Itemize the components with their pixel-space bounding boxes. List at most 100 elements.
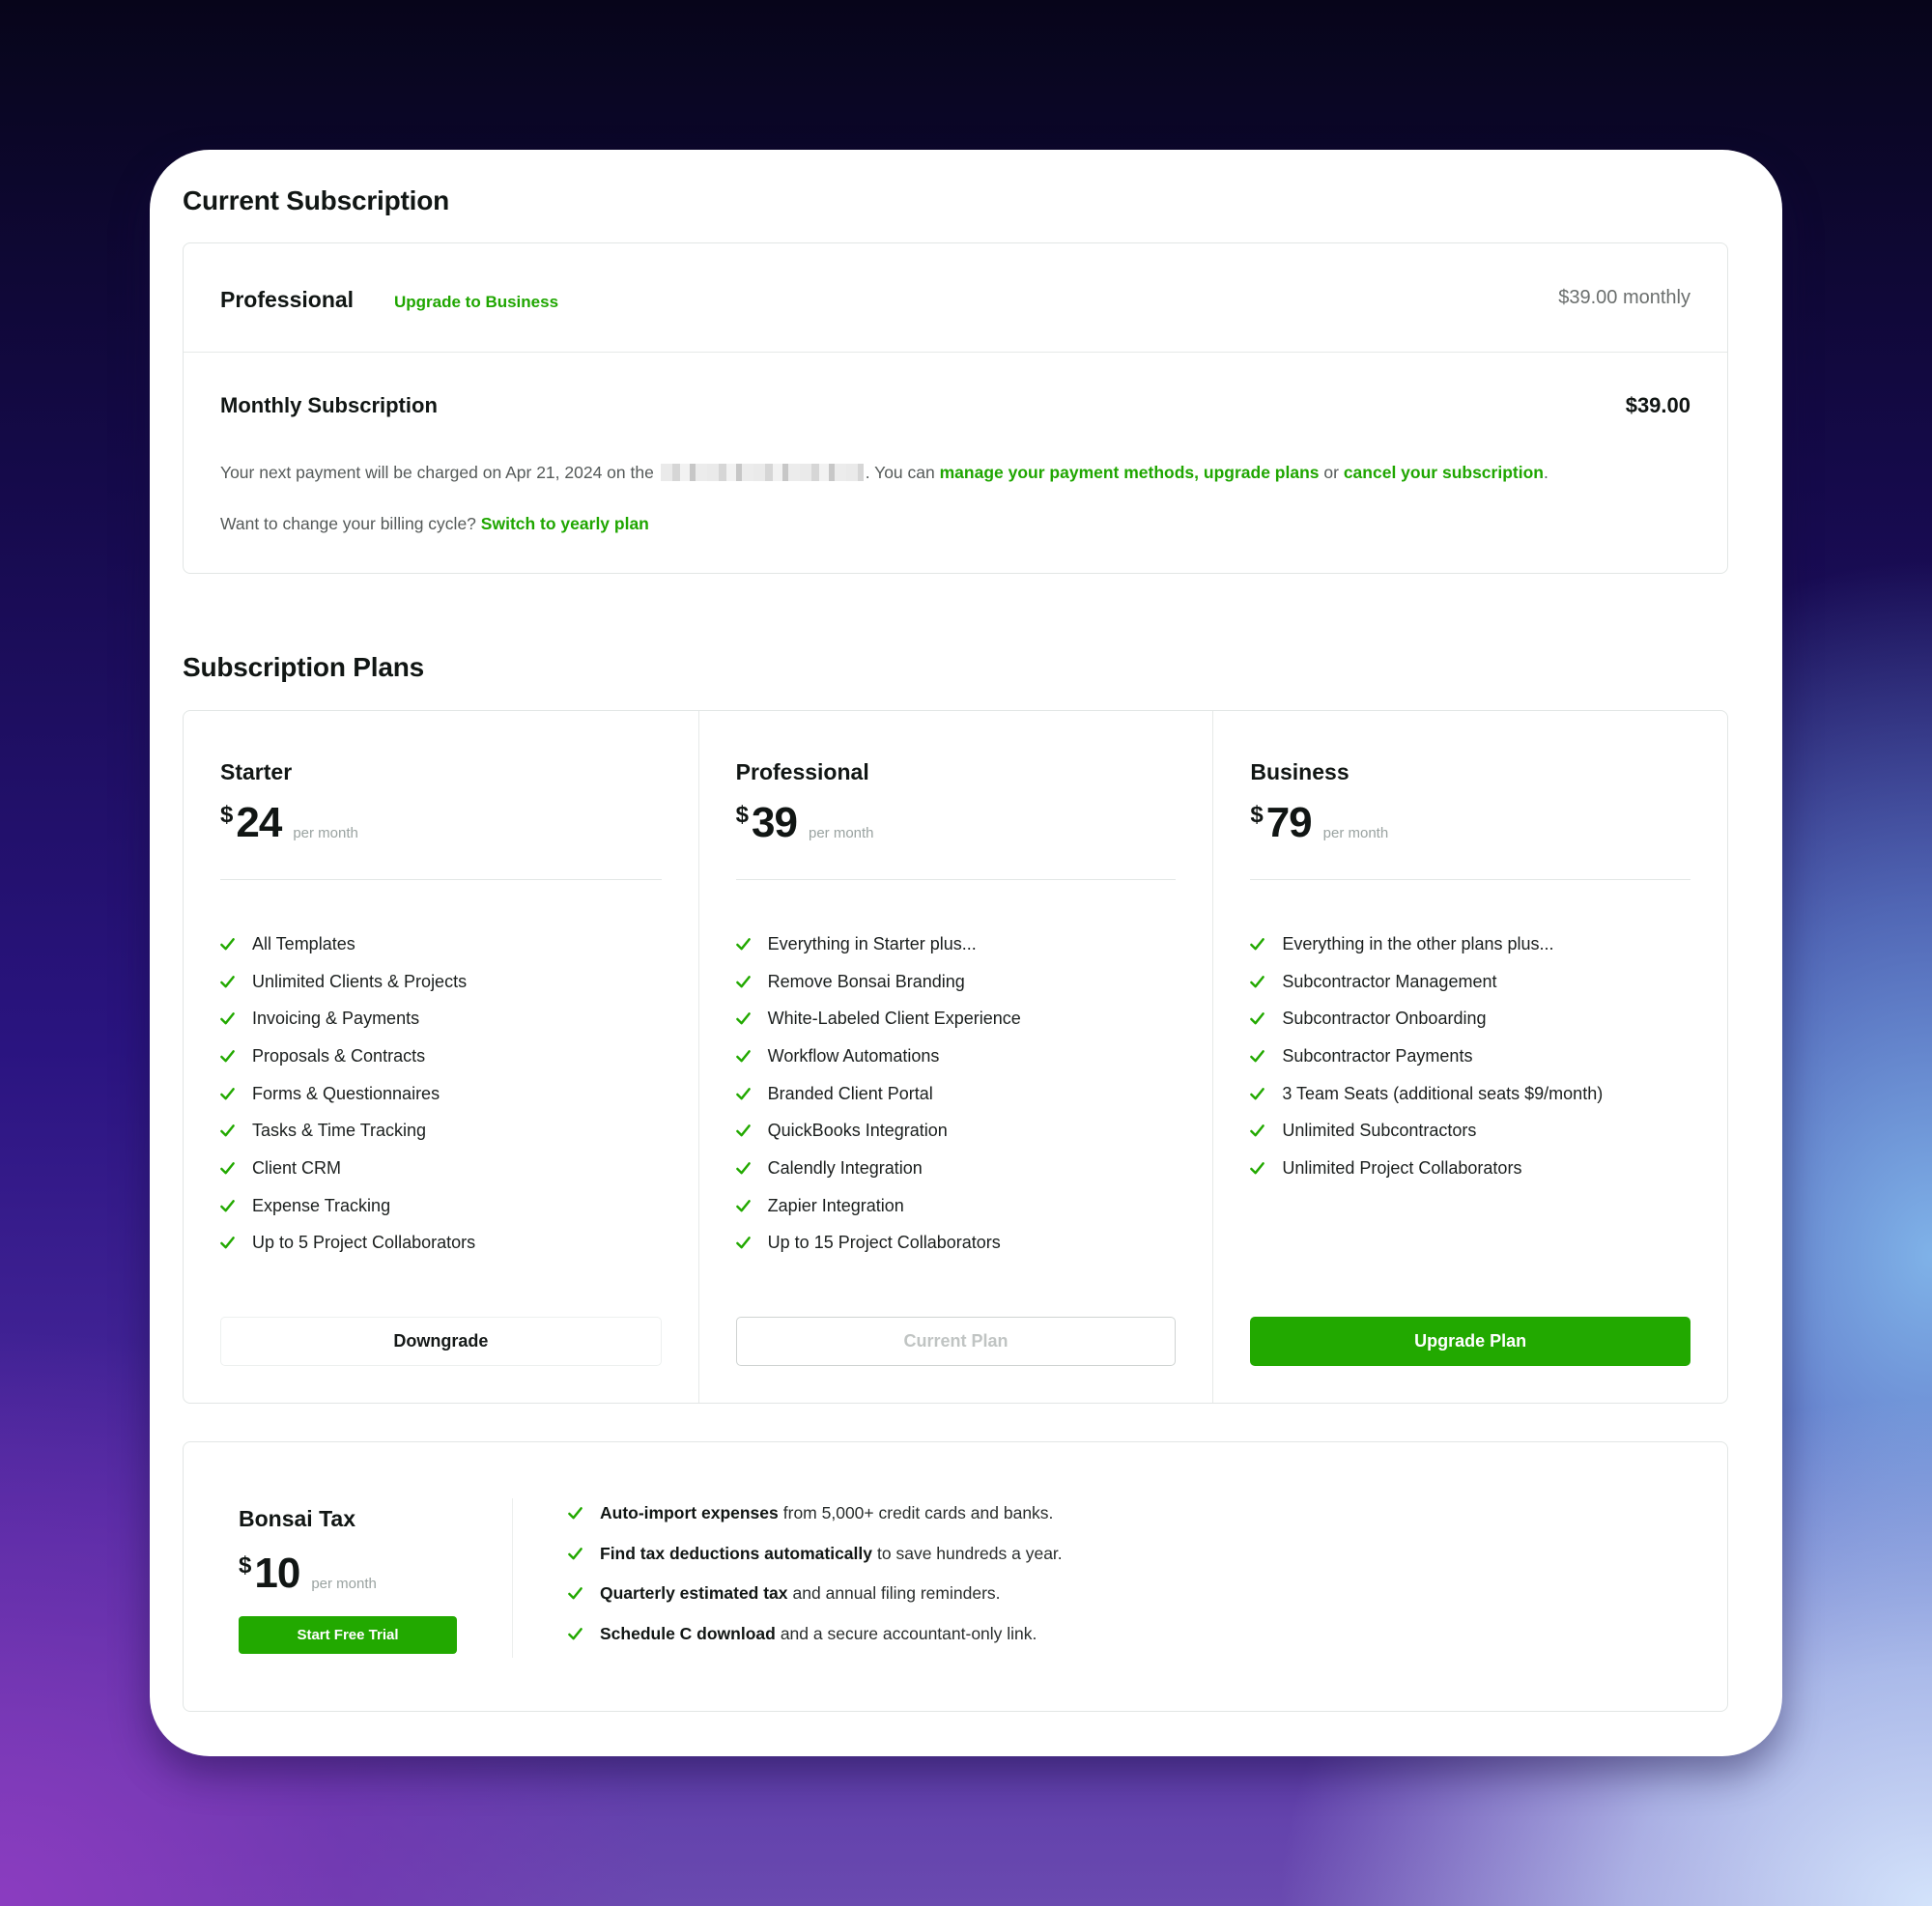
feature-label: Unlimited Subcontractors <box>1282 1121 1477 1141</box>
feature-label: Workflow Automations <box>767 1045 940 1066</box>
feature-item: White-Labeled Client Experience <box>735 1000 1021 1038</box>
feature-label: Client CRM <box>252 1157 342 1178</box>
check-icon <box>735 937 751 951</box>
bonsai-tax-card: Bonsai Tax $ 10 per month Start Free Tri… <box>183 1441 1728 1712</box>
divider <box>220 879 662 880</box>
check-icon <box>735 1162 751 1175</box>
feature-item: Unlimited Clients & Projects <box>220 963 475 1001</box>
price-amount: 10 <box>254 1550 300 1597</box>
tax-plan-price: $ 10 per month <box>239 1550 377 1597</box>
feature-label: Invoicing & Payments <box>252 1009 420 1029</box>
check-icon <box>1250 1050 1265 1063</box>
check-icon <box>220 1124 235 1137</box>
price-amount: 79 <box>1265 799 1313 846</box>
billing-cycle-text: Want to change your billing cycle? Switc… <box>220 514 649 534</box>
check-icon <box>568 1587 582 1600</box>
plan-starter: Starter $ 24 per month All Templates Unli… <box>184 711 698 1403</box>
feature-item: Tasks & Time Tracking <box>220 1112 475 1150</box>
check-icon <box>220 1087 235 1099</box>
feature-label: Unlimited Project Collaborators <box>1282 1157 1522 1178</box>
cancel-subscription-link[interactable]: cancel your subscription <box>1344 463 1544 482</box>
feature-item: Branded Client Portal <box>735 1075 1021 1113</box>
divider <box>1250 879 1691 880</box>
feature-label: Zapier Integration <box>767 1195 904 1215</box>
upgrade-to-business-link[interactable]: Upgrade to Business <box>394 293 558 312</box>
next-payment-mid: . You can <box>865 463 935 482</box>
check-icon <box>220 937 235 951</box>
feature-item: Client CRM <box>220 1150 475 1187</box>
feature-item: Up to 5 Project Collaborators <box>220 1225 475 1263</box>
vertical-divider <box>512 1498 513 1658</box>
tax-feature-item: Find tax deductions automatically to save… <box>568 1534 1063 1575</box>
downgrade-button[interactable]: Downgrade <box>220 1317 662 1366</box>
switch-to-yearly-link[interactable]: Switch to yearly plan <box>481 514 649 533</box>
check-icon <box>735 975 751 987</box>
feature-label: Forms & Questionnaires <box>252 1083 440 1103</box>
check-icon <box>568 1627 582 1640</box>
feature-label: Unlimited Clients & Projects <box>252 971 468 991</box>
billing-cycle-prompt: Want to change your billing cycle? <box>220 514 476 533</box>
feature-label: Remove Bonsai Branding <box>767 971 965 991</box>
check-icon <box>735 1050 751 1063</box>
feature-label: Calendly Integration <box>767 1157 923 1178</box>
check-icon <box>568 1547 582 1560</box>
check-icon <box>1250 1124 1265 1137</box>
check-icon <box>735 1237 751 1249</box>
feature-item: Subcontractor Payments <box>1250 1038 1603 1075</box>
divider <box>735 879 1177 880</box>
feature-label: Expense Tracking <box>252 1195 391 1215</box>
feature-item: Zapier Integration <box>735 1187 1021 1225</box>
check-icon <box>1250 975 1265 987</box>
tax-feature-highlight: Auto-import expenses <box>600 1503 779 1523</box>
upgrade-plan-button[interactable]: Upgrade Plan <box>1250 1317 1691 1366</box>
feature-item: All Templates <box>220 925 475 963</box>
feature-label: White-Labeled Client Experience <box>767 1009 1021 1029</box>
feature-label: Up to 15 Project Collaborators <box>767 1233 1001 1253</box>
feature-label: QuickBooks Integration <box>767 1121 948 1141</box>
feature-label: Everything in the other plans plus... <box>1282 933 1554 953</box>
check-icon <box>1250 937 1265 951</box>
plan-price: $ 24 per month <box>220 800 358 846</box>
start-free-trial-button[interactable]: Start Free Trial <box>239 1616 457 1654</box>
feature-item: 3 Team Seats (additional seats $9/month) <box>1250 1075 1603 1113</box>
tax-feature-highlight: Schedule C download <box>600 1623 776 1643</box>
feature-label: Everything in Starter plus... <box>767 933 977 953</box>
feature-item: Subcontractor Management <box>1250 963 1603 1001</box>
check-icon <box>1250 1162 1265 1175</box>
feature-item: Unlimited Project Collaborators <box>1250 1150 1603 1187</box>
redacted-payment-method <box>660 464 864 481</box>
tax-feature-list: Auto-import expenses from 5,000+ credit c… <box>568 1494 1063 1654</box>
plan-price: $ 39 per month <box>736 800 874 846</box>
feature-item: Forms & Questionnaires <box>220 1075 475 1113</box>
feature-item: Expense Tracking <box>220 1187 475 1225</box>
or-text: or <box>1323 463 1339 482</box>
feature-label: Proposals & Contracts <box>252 1045 426 1066</box>
period-text: . <box>1543 463 1548 482</box>
price-amount: 39 <box>752 799 798 846</box>
tax-plan-name: Bonsai Tax <box>239 1506 355 1531</box>
plan-price: $ 79 per month <box>1250 800 1388 846</box>
feature-label: Subcontractor Onboarding <box>1282 1009 1487 1029</box>
feature-item: QuickBooks Integration <box>735 1112 1021 1150</box>
current-plan-button[interactable]: Current Plan <box>735 1317 1177 1366</box>
current-plan-price: $39.00 monthly <box>1558 287 1690 308</box>
tax-feature-highlight: Find tax deductions automatically <box>600 1543 872 1563</box>
feature-item: Proposals & Contracts <box>220 1038 475 1075</box>
check-icon <box>1250 1087 1265 1099</box>
billing-amount: $39.00 <box>1625 393 1690 417</box>
plan-name: Starter <box>220 759 293 784</box>
plan-name: Business <box>1250 759 1350 784</box>
manage-payment-methods-link[interactable]: manage your payment methods, <box>940 463 1199 482</box>
check-icon <box>220 1199 235 1212</box>
next-payment-text: Your next payment will be charged on Apr… <box>220 463 1548 483</box>
billing-panel: Current Subscription Professional Upgrad… <box>150 150 1782 1756</box>
tax-feature-detail: from 5,000+ credit cards and banks. <box>782 1503 1054 1523</box>
feature-item: Up to 15 Project Collaborators <box>735 1225 1021 1263</box>
tax-feature-item: Quarterly estimated tax and annual filing… <box>568 1574 1063 1614</box>
billing-title: Monthly Subscription <box>220 393 438 417</box>
currency-symbol: $ <box>1250 802 1264 828</box>
tax-feature-highlight: Quarterly estimated tax <box>600 1583 788 1604</box>
upgrade-plans-link[interactable]: upgrade plans <box>1204 463 1320 482</box>
check-icon <box>568 1507 582 1520</box>
check-icon <box>220 975 235 987</box>
